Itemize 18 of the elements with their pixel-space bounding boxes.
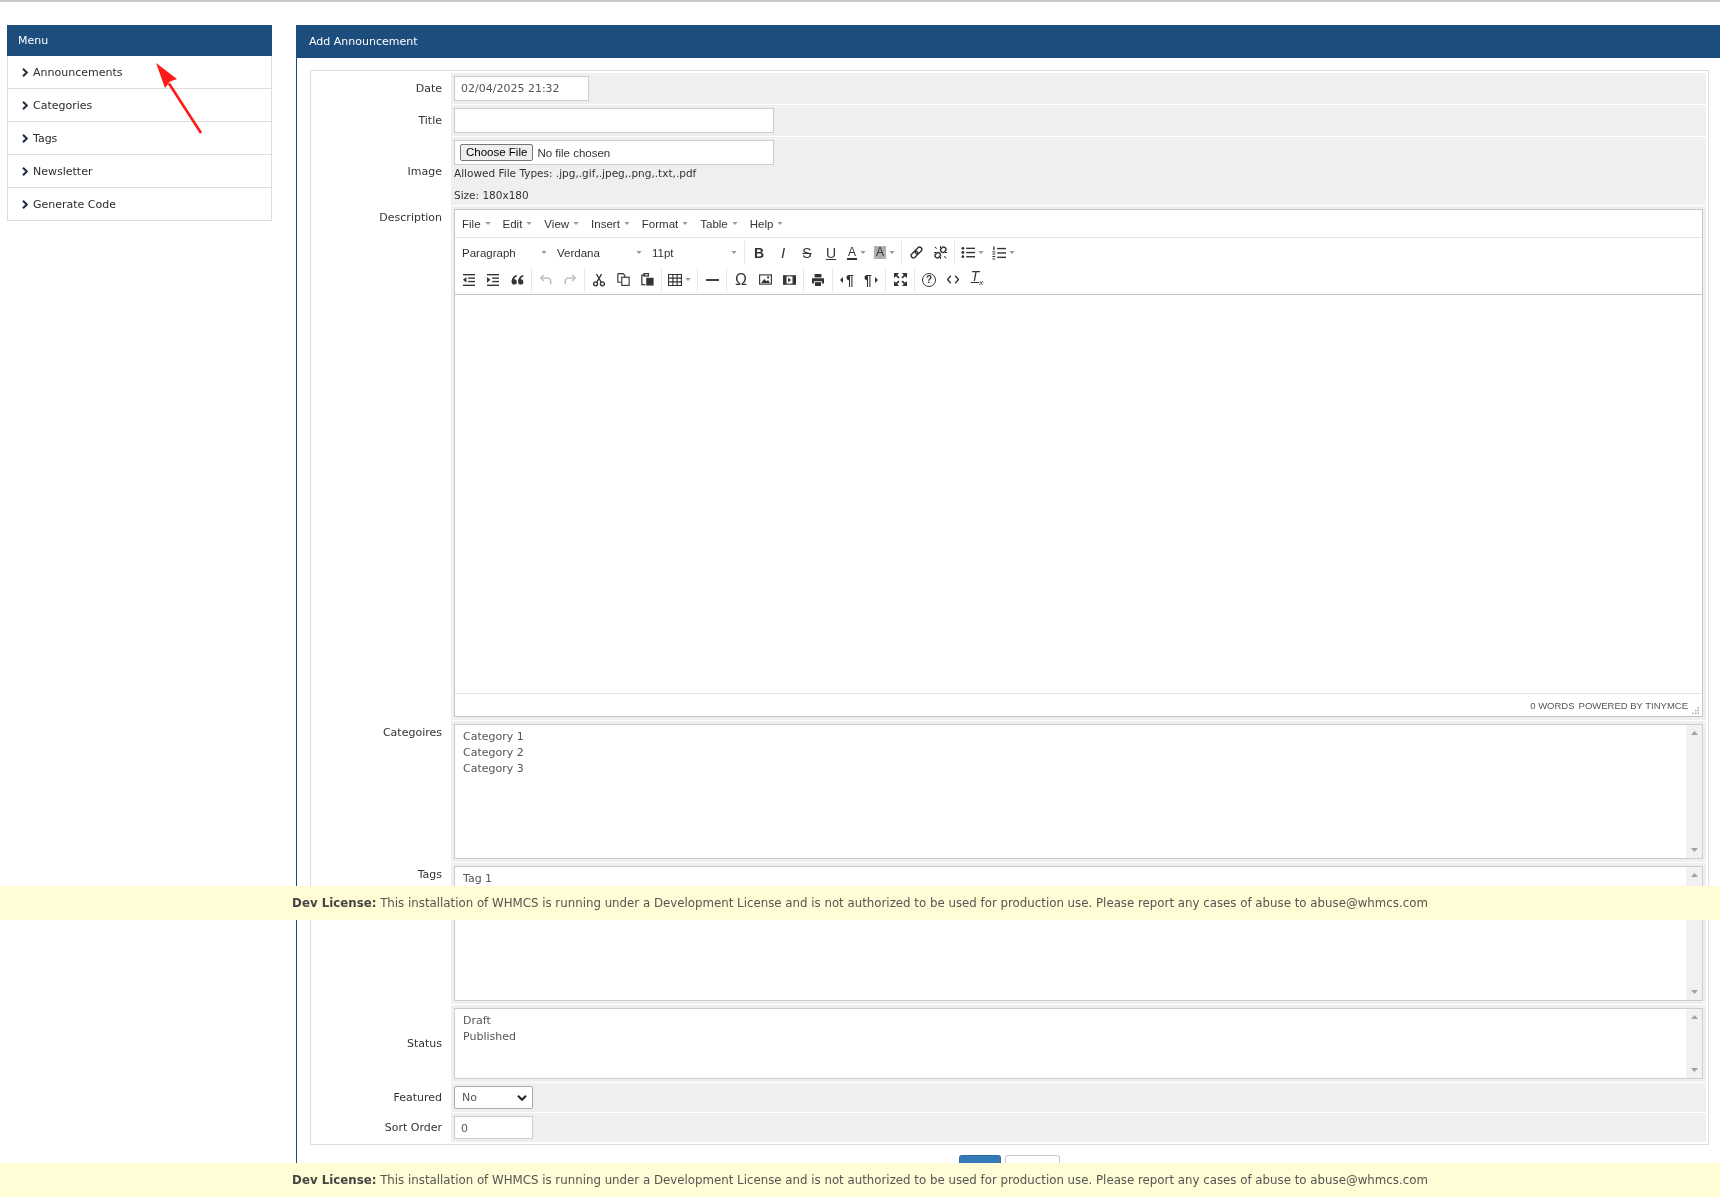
hint-text: Size: 180x180 [454, 188, 529, 202]
field-label: Title [418, 114, 442, 127]
word-count-text: 0 WORDS [1530, 699, 1575, 711]
license-toast: Dev License: This installation of WHMCS is running under a Development License and is not authorized to be used for production use. Please report any cases of abuse to abuse@whmcs.com [0, 1163, 1720, 1197]
field-label: Sort Order [384, 1121, 442, 1134]
field-label: Featured [393, 1091, 442, 1104]
field-label: Date [415, 82, 442, 95]
field-label: Image [407, 164, 442, 178]
field-label: Status [406, 1037, 442, 1050]
panel-header: Add Announcement [296, 25, 1720, 58]
branding-text: POWERED BY TINYMCE [1578, 699, 1688, 711]
field-label: Categoires [382, 726, 442, 739]
file-status-text: No file chosen [537, 146, 611, 159]
hint-text: Allowed File Types: .jpg,.gif,.jpeg,.png,.txt,.pdf [454, 166, 697, 180]
field-label: Tags [417, 868, 442, 881]
field-label: Description [379, 211, 442, 224]
license-toast: Dev License: This installation of WHMCS is running under a Development License and is not authorized to be used for production use. Please report any cases of abuse to abuse@whmcs.com [0, 886, 1720, 920]
sidebar-header: Menu [7, 25, 272, 56]
